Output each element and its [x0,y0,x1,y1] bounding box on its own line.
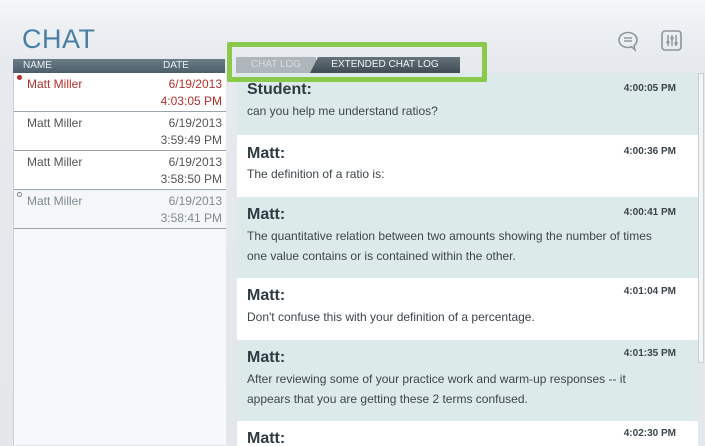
conversation-time: 3:58:41 PM [160,211,222,225]
message-sender: Matt: [247,206,286,223]
conversation-row[interactable]: Matt Miller 6/19/2013 3:58:50 PM [14,151,226,190]
message-time: 4:00:41 PM [623,207,676,218]
unread-dot-icon [17,75,22,80]
scrollbar-thumb[interactable] [698,73,704,363]
conversation-row[interactable]: Matt Miller 6/19/2013 3:58:41 PM [14,190,226,229]
message-sender: Matt: [247,145,286,162]
chat-log-scrollbar[interactable] [698,73,705,446]
chat-message: Matt: 4:01:04 PM Don't confuse this with… [237,278,698,340]
message-text: The quantitative relation between two am… [247,229,652,243]
tab-highlight-frame [227,42,487,82]
conversation-row[interactable]: Matt Miller 6/19/2013 3:59:49 PM [14,112,226,151]
chat-bubble-icon[interactable] [617,30,641,52]
conversation-name: Matt Miller [27,155,83,169]
date-column-header[interactable]: DATE [163,60,189,71]
conversation-date: 6/19/2013 [168,194,222,208]
message-text: After reviewing some of your practice wo… [247,372,626,386]
conversation-date: 6/19/2013 [168,116,222,130]
chat-message: Matt: 4:02:30 PM [237,421,698,446]
conversation-list: Matt Miller 6/19/2013 4:03:05 PM Matt Mi… [13,73,226,445]
message-text: appears that you are getting these 2 ter… [247,392,528,406]
message-sender: Matt: [247,349,286,366]
conversation-date: 6/19/2013 [168,155,222,169]
message-time: 4:01:04 PM [623,286,676,297]
conversation-name: Matt Miller [27,194,83,208]
conversation-list-header: NAME DATE [13,59,225,73]
message-time: 4:02:30 PM [623,428,676,439]
settings-panel-icon[interactable] [660,30,684,52]
conversation-name: Matt Miller [27,77,83,91]
message-text: The definition of a ratio is: [247,167,385,181]
message-time: 4:00:36 PM [623,146,676,157]
chat-message: Student: 4:00:05 PM can you help me unde… [237,73,698,135]
conversation-time: 4:03:05 PM [160,94,222,108]
chat-message: Matt: 4:01:35 PM After reviewing some of… [237,340,698,421]
chat-window: CHAT NAME DATE Matt Miller 6/19/2013 4:0… [0,0,705,446]
message-sender: Student: [247,81,312,98]
conversation-time: 3:58:50 PM [160,172,222,186]
conversation-name: Matt Miller [27,116,83,130]
chat-message: Matt: 4:00:36 PM The definition of a rat… [237,135,698,197]
message-text: Don't confuse this with your definition … [247,310,535,324]
name-column-header[interactable]: NAME [23,60,52,71]
message-sender: Matt: [247,287,286,304]
conversation-time: 3:59:49 PM [160,133,222,147]
conversation-row[interactable]: Matt Miller 6/19/2013 4:03:05 PM [14,73,226,112]
chat-message: Matt: 4:00:41 PM The quantitative relati… [237,197,698,278]
conversation-date: 6/19/2013 [168,77,222,91]
app-title: CHAT [22,24,96,54]
message-sender: Matt: [247,430,286,446]
read-circle-icon [17,192,22,197]
message-text: one value contains or is contained withi… [247,249,516,263]
chat-log: Student: 4:00:05 PM can you help me unde… [237,73,698,446]
message-time: 4:01:35 PM [623,348,676,359]
message-text: can you help me understand ratios? [247,104,438,118]
message-time: 4:00:05 PM [623,83,676,94]
